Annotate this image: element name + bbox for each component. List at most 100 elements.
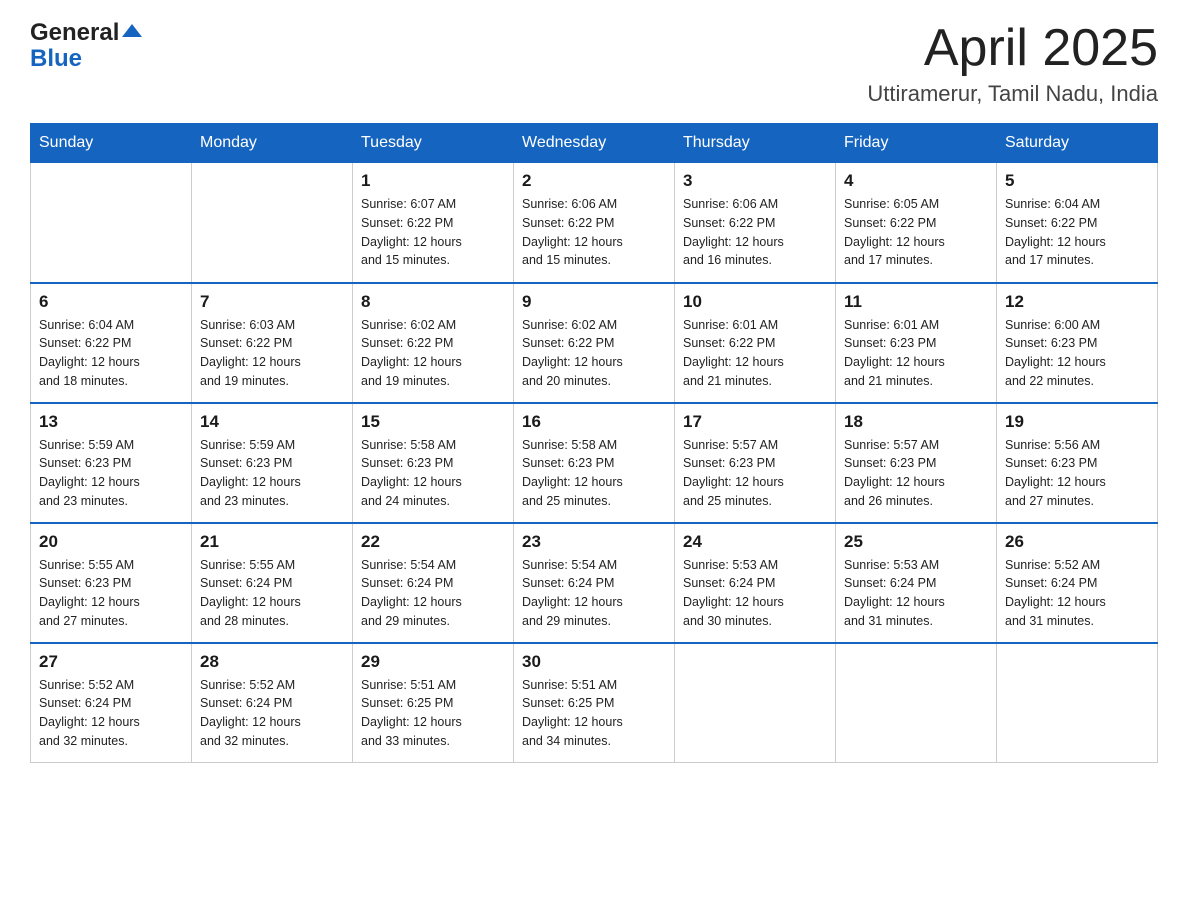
day-info: Sunrise: 5:53 AMSunset: 6:24 PMDaylight:… [844, 556, 988, 631]
calendar-cell: 25 Sunrise: 5:53 AMSunset: 6:24 PMDayligh… [836, 523, 997, 643]
calendar-cell: 22 Sunrise: 5:54 AMSunset: 6:24 PMDayligh… [353, 523, 514, 643]
calendar-cell [836, 643, 997, 763]
day-info: Sunrise: 5:57 AMSunset: 6:23 PMDaylight:… [683, 436, 827, 511]
day-info: Sunrise: 5:51 AMSunset: 6:25 PMDaylight:… [522, 676, 666, 751]
day-number: 26 [1005, 532, 1149, 552]
calendar-cell: 28 Sunrise: 5:52 AMSunset: 6:24 PMDayligh… [192, 643, 353, 763]
weekday-header-sunday: Sunday [31, 124, 192, 163]
day-info: Sunrise: 6:07 AMSunset: 6:22 PMDaylight:… [361, 195, 505, 270]
title-section: April 2025 Uttiramerur, Tamil Nadu, Indi… [867, 20, 1158, 107]
week-row-2: 6 Sunrise: 6:04 AMSunset: 6:22 PMDaylight… [31, 283, 1158, 403]
day-number: 29 [361, 652, 505, 672]
day-number: 9 [522, 292, 666, 312]
calendar-cell [997, 643, 1158, 763]
calendar-cell: 13 Sunrise: 5:59 AMSunset: 6:23 PMDayligh… [31, 403, 192, 523]
logo: General Blue [30, 20, 142, 73]
day-number: 14 [200, 412, 344, 432]
weekday-header-tuesday: Tuesday [353, 124, 514, 163]
day-number: 5 [1005, 171, 1149, 191]
day-number: 3 [683, 171, 827, 191]
calendar-cell: 11Sunrise: 6:01 AMSunset: 6:23 PMDayligh… [836, 283, 997, 403]
day-info: Sunrise: 5:56 AMSunset: 6:23 PMDaylight:… [1005, 436, 1149, 511]
week-row-1: 1 Sunrise: 6:07 AMSunset: 6:22 PMDaylight… [31, 163, 1158, 283]
day-number: 20 [39, 532, 183, 552]
calendar-cell: 26Sunrise: 5:52 AMSunset: 6:24 PMDayligh… [997, 523, 1158, 643]
day-number: 12 [1005, 292, 1149, 312]
day-info: Sunrise: 6:02 AMSunset: 6:22 PMDaylight:… [522, 316, 666, 391]
day-info: Sunrise: 5:53 AMSunset: 6:24 PMDaylight:… [683, 556, 827, 631]
calendar-cell: 12 Sunrise: 6:00 AMSunset: 6:23 PMDayligh… [997, 283, 1158, 403]
day-number: 15 [361, 412, 505, 432]
calendar-cell: 24Sunrise: 5:53 AMSunset: 6:24 PMDayligh… [675, 523, 836, 643]
day-number: 18 [844, 412, 988, 432]
calendar-cell: 5 Sunrise: 6:04 AMSunset: 6:22 PMDaylight… [997, 163, 1158, 283]
calendar-cell: 2 Sunrise: 6:06 AMSunset: 6:22 PMDaylight… [514, 163, 675, 283]
calendar-cell: 14 Sunrise: 5:59 AMSunset: 6:23 PMDayligh… [192, 403, 353, 523]
calendar-cell [31, 163, 192, 283]
day-number: 28 [200, 652, 344, 672]
day-info: Sunrise: 5:58 AMSunset: 6:23 PMDaylight:… [522, 436, 666, 511]
day-info: Sunrise: 5:57 AMSunset: 6:23 PMDaylight:… [844, 436, 988, 511]
weekday-header-saturday: Saturday [997, 124, 1158, 163]
day-number: 23 [522, 532, 666, 552]
day-info: Sunrise: 6:06 AMSunset: 6:22 PMDaylight:… [522, 195, 666, 270]
week-row-3: 13 Sunrise: 5:59 AMSunset: 6:23 PMDayligh… [31, 403, 1158, 523]
day-number: 2 [522, 171, 666, 191]
location-title: Uttiramerur, Tamil Nadu, India [867, 81, 1158, 107]
day-info: Sunrise: 6:00 AMSunset: 6:23 PMDaylight:… [1005, 316, 1149, 391]
day-info: Sunrise: 5:51 AMSunset: 6:25 PMDaylight:… [361, 676, 505, 751]
calendar-cell: 17 Sunrise: 5:57 AMSunset: 6:23 PMDayligh… [675, 403, 836, 523]
day-info: Sunrise: 6:04 AMSunset: 6:22 PMDaylight:… [1005, 195, 1149, 270]
calendar-cell [192, 163, 353, 283]
calendar-cell: 10Sunrise: 6:01 AMSunset: 6:22 PMDayligh… [675, 283, 836, 403]
calendar-cell: 8 Sunrise: 6:02 AMSunset: 6:22 PMDaylight… [353, 283, 514, 403]
day-info: Sunrise: 6:05 AMSunset: 6:22 PMDaylight:… [844, 195, 988, 270]
weekday-header-friday: Friday [836, 124, 997, 163]
day-number: 11 [844, 292, 988, 312]
calendar-cell: 1 Sunrise: 6:07 AMSunset: 6:22 PMDaylight… [353, 163, 514, 283]
day-info: Sunrise: 5:54 AMSunset: 6:24 PMDaylight:… [361, 556, 505, 631]
calendar-cell: 21 Sunrise: 5:55 AMSunset: 6:24 PMDayligh… [192, 523, 353, 643]
calendar-cell: 16 Sunrise: 5:58 AMSunset: 6:23 PMDayligh… [514, 403, 675, 523]
day-info: Sunrise: 5:55 AMSunset: 6:24 PMDaylight:… [200, 556, 344, 631]
week-row-4: 20 Sunrise: 5:55 AMSunset: 6:23 PMDayligh… [31, 523, 1158, 643]
weekday-header-thursday: Thursday [675, 124, 836, 163]
calendar-cell: 27 Sunrise: 5:52 AMSunset: 6:24 PMDayligh… [31, 643, 192, 763]
day-number: 4 [844, 171, 988, 191]
calendar-cell: 15Sunrise: 5:58 AMSunset: 6:23 PMDayligh… [353, 403, 514, 523]
day-number: 13 [39, 412, 183, 432]
day-number: 22 [361, 532, 505, 552]
day-number: 6 [39, 292, 183, 312]
day-info: Sunrise: 6:01 AMSunset: 6:22 PMDaylight:… [683, 316, 827, 391]
day-number: 16 [522, 412, 666, 432]
calendar-cell: 4 Sunrise: 6:05 AMSunset: 6:22 PMDaylight… [836, 163, 997, 283]
day-number: 8 [361, 292, 505, 312]
calendar-cell: 30 Sunrise: 5:51 AMSunset: 6:25 PMDayligh… [514, 643, 675, 763]
day-number: 21 [200, 532, 344, 552]
day-number: 27 [39, 652, 183, 672]
calendar-table: SundayMondayTuesdayWednesdayThursdayFrid… [30, 123, 1158, 763]
day-info: Sunrise: 6:02 AMSunset: 6:22 PMDaylight:… [361, 316, 505, 391]
month-title: April 2025 [867, 20, 1158, 77]
calendar-cell: 20 Sunrise: 5:55 AMSunset: 6:23 PMDayligh… [31, 523, 192, 643]
day-number: 17 [683, 412, 827, 432]
calendar-cell: 18 Sunrise: 5:57 AMSunset: 6:23 PMDayligh… [836, 403, 997, 523]
day-info: Sunrise: 6:03 AMSunset: 6:22 PMDaylight:… [200, 316, 344, 391]
day-number: 30 [522, 652, 666, 672]
day-info: Sunrise: 5:52 AMSunset: 6:24 PMDaylight:… [200, 676, 344, 751]
day-info: Sunrise: 6:04 AMSunset: 6:22 PMDaylight:… [39, 316, 183, 391]
page-header: General Blue April 2025 Uttiramerur, Tam… [30, 20, 1158, 107]
week-row-5: 27 Sunrise: 5:52 AMSunset: 6:24 PMDayligh… [31, 643, 1158, 763]
calendar-cell: 6 Sunrise: 6:04 AMSunset: 6:22 PMDaylight… [31, 283, 192, 403]
weekday-header-monday: Monday [192, 124, 353, 163]
day-number: 19 [1005, 412, 1149, 432]
day-number: 25 [844, 532, 988, 552]
logo-general-text: General Blue [30, 20, 142, 73]
day-info: Sunrise: 5:59 AMSunset: 6:23 PMDaylight:… [200, 436, 344, 511]
calendar-cell: 29 Sunrise: 5:51 AMSunset: 6:25 PMDayligh… [353, 643, 514, 763]
day-number: 1 [361, 171, 505, 191]
day-info: Sunrise: 5:52 AMSunset: 6:24 PMDaylight:… [39, 676, 183, 751]
calendar-cell: 3Sunrise: 6:06 AMSunset: 6:22 PMDaylight… [675, 163, 836, 283]
day-info: Sunrise: 5:55 AMSunset: 6:23 PMDaylight:… [39, 556, 183, 631]
day-info: Sunrise: 5:59 AMSunset: 6:23 PMDaylight:… [39, 436, 183, 511]
